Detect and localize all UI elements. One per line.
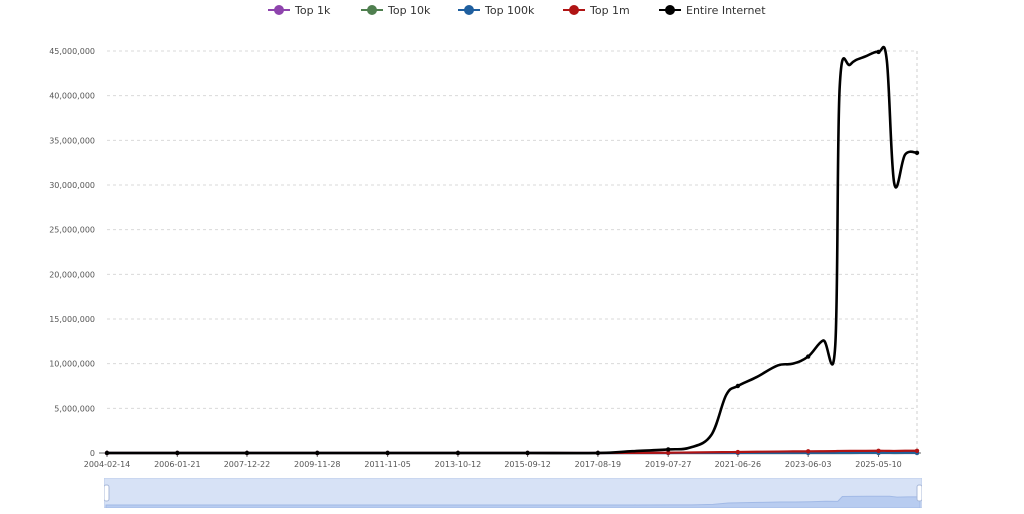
y-tick-label: 45,000,000 (49, 47, 95, 56)
data-point-entire-internet (315, 450, 320, 456)
data-point-top-1m (914, 448, 920, 453)
line-chart: 0 5,000,000 10,000,000 15,000,000 20,000,000… (49, 45, 921, 469)
data-point-top-1m (735, 449, 741, 455)
x-tick-label: 2023-06-03 (785, 460, 832, 469)
series-line-entire-internet (107, 45, 918, 455)
data-point-entire-internet (805, 354, 811, 359)
x-tick-label: 2006-01-21 (154, 460, 201, 469)
zoom-handle-right[interactable] (916, 484, 923, 502)
x-tick-label: 2025-05-10 (855, 460, 902, 469)
y-tick-label: 30,000,000 (49, 181, 95, 190)
y-tick-label: 0 (90, 449, 95, 458)
data-point-top-1m (876, 448, 881, 453)
x-tick-label: 2013-10-12 (435, 460, 482, 469)
zoom-selection (104, 478, 922, 508)
data-point-entire-internet (244, 450, 250, 456)
zoom-preview (103, 477, 923, 509)
x-tick-label: 2017-08-19 (575, 460, 622, 469)
x-tick-label: 2011-11-05 (364, 460, 411, 469)
y-tick-label: 10,000,000 (49, 360, 95, 369)
y-tick-label: 5,000,000 (54, 404, 95, 413)
y-tick-label: 25,000,000 (49, 226, 95, 235)
x-tick-label: 2015-09-12 (504, 460, 551, 469)
x-tick-label: 2004-02-14 (84, 460, 131, 469)
data-point-entire-internet (914, 150, 920, 156)
data-point-entire-internet (175, 450, 180, 456)
data-point-entire-internet (104, 450, 110, 456)
data-point-top-1m (805, 449, 811, 454)
data-point-entire-internet (595, 450, 601, 456)
zoom-handle-left[interactable] (103, 484, 110, 502)
data-point-entire-internet (876, 49, 881, 55)
data-point-entire-internet (455, 450, 461, 456)
y-tick-label: 35,000,000 (49, 136, 95, 145)
data-point-entire-internet (525, 450, 530, 456)
zoom-slider[interactable] (103, 477, 923, 509)
y-tick-label: 40,000,000 (49, 92, 95, 101)
data-point-entire-internet (666, 447, 671, 452)
x-tick-label: 2019-07-27 (645, 460, 692, 469)
x-tick-label: 2021-06-26 (715, 460, 762, 469)
data-point-entire-internet (385, 450, 390, 456)
data-point-entire-internet (735, 383, 741, 389)
x-tick-label: 2009-11-28 (294, 460, 341, 469)
x-tick-label: 2007-12-22 (224, 460, 271, 469)
y-tick-label: 20,000,000 (49, 270, 95, 279)
y-tick-label: 15,000,000 (49, 315, 95, 324)
